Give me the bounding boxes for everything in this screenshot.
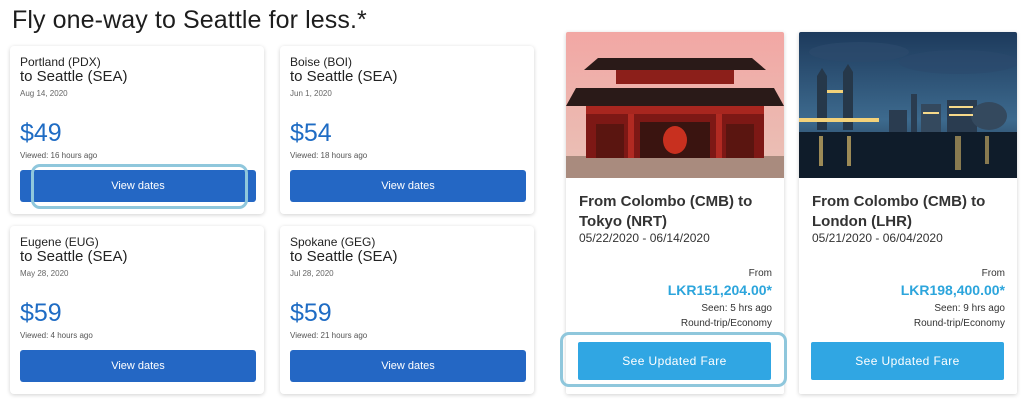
deal-card-spokane: Spokane (GEG) to Seattle (SEA) Jul 28, 2… <box>280 226 534 394</box>
deal-card-boise: Boise (BOI) to Seattle (SEA) Jun 1, 2020… <box>280 46 534 214</box>
deal-origin: Boise (BOI) <box>290 55 353 69</box>
deal-date: Jul 28, 2020 <box>290 269 334 278</box>
deal-destination: to Seattle (SEA) <box>290 68 398 85</box>
deal-viewed-text: Viewed: 18 hours ago <box>290 151 368 160</box>
page-title: Fly one-way to Seattle for less.* <box>12 6 367 34</box>
view-dates-button[interactable]: View dates <box>290 350 526 382</box>
fare-card-tokyo: From Colombo (CMB) to Tokyo (NRT) 05/22/… <box>566 32 784 394</box>
see-updated-fare-button[interactable]: See Updated Fare <box>811 342 1004 380</box>
fare-card-london: From Colombo (CMB) to London (LHR) 05/21… <box>799 32 1017 394</box>
deal-origin: Eugene (EUG) <box>20 235 99 249</box>
deal-price: $49 <box>20 119 62 147</box>
view-dates-button[interactable]: View dates <box>20 170 256 202</box>
fare-dates: 05/21/2020 - 06/04/2020 <box>812 231 943 245</box>
see-updated-fare-button[interactable]: See Updated Fare <box>578 342 771 380</box>
deal-destination: to Seattle (SEA) <box>290 248 398 265</box>
fare-price: LKR151,204.00* <box>667 282 772 298</box>
deal-card-eugene: Eugene (EUG) to Seattle (SEA) May 28, 20… <box>10 226 264 394</box>
fare-seen-text: Seen: 9 hrs ago <box>934 303 1005 314</box>
fare-dates: 05/22/2020 - 06/14/2020 <box>579 231 710 245</box>
fare-from-label: From <box>748 268 772 279</box>
deal-price: $59 <box>290 299 332 327</box>
deal-price: $59 <box>20 299 62 327</box>
deal-date: Aug 14, 2020 <box>20 89 68 98</box>
fare-route: From Colombo (CMB) to Tokyo (NRT) <box>579 193 753 230</box>
fare-seen-text: Seen: 5 hrs ago <box>701 303 772 314</box>
deal-viewed-text: Viewed: 16 hours ago <box>20 151 98 160</box>
view-dates-button[interactable]: View dates <box>290 170 526 202</box>
deal-origin: Portland (PDX) <box>20 55 101 69</box>
deal-price: $54 <box>290 119 332 147</box>
deal-destination: to Seattle (SEA) <box>20 248 128 265</box>
deal-viewed-text: Viewed: 21 hours ago <box>290 331 368 340</box>
deal-viewed-text: Viewed: 4 hours ago <box>20 331 93 340</box>
fare-trip-type: Round-trip/Economy <box>913 318 1005 329</box>
fare-trip-type: Round-trip/Economy <box>680 318 772 329</box>
deal-card-portland: Portland (PDX) to Seattle (SEA) Aug 14, … <box>10 46 264 214</box>
deal-origin: Spokane (GEG) <box>290 235 376 249</box>
deal-date: May 28, 2020 <box>20 269 69 278</box>
london-skyline-photo <box>799 32 1017 178</box>
tokyo-temple-photo <box>566 32 784 178</box>
fare-from-label: From <box>981 268 1005 279</box>
view-dates-button[interactable]: View dates <box>20 350 256 382</box>
deal-date: Jun 1, 2020 <box>290 89 332 98</box>
fare-price: LKR198,400.00* <box>900 282 1005 298</box>
deal-destination: to Seattle (SEA) <box>20 68 128 85</box>
fare-route: From Colombo (CMB) to London (LHR) <box>812 193 986 230</box>
